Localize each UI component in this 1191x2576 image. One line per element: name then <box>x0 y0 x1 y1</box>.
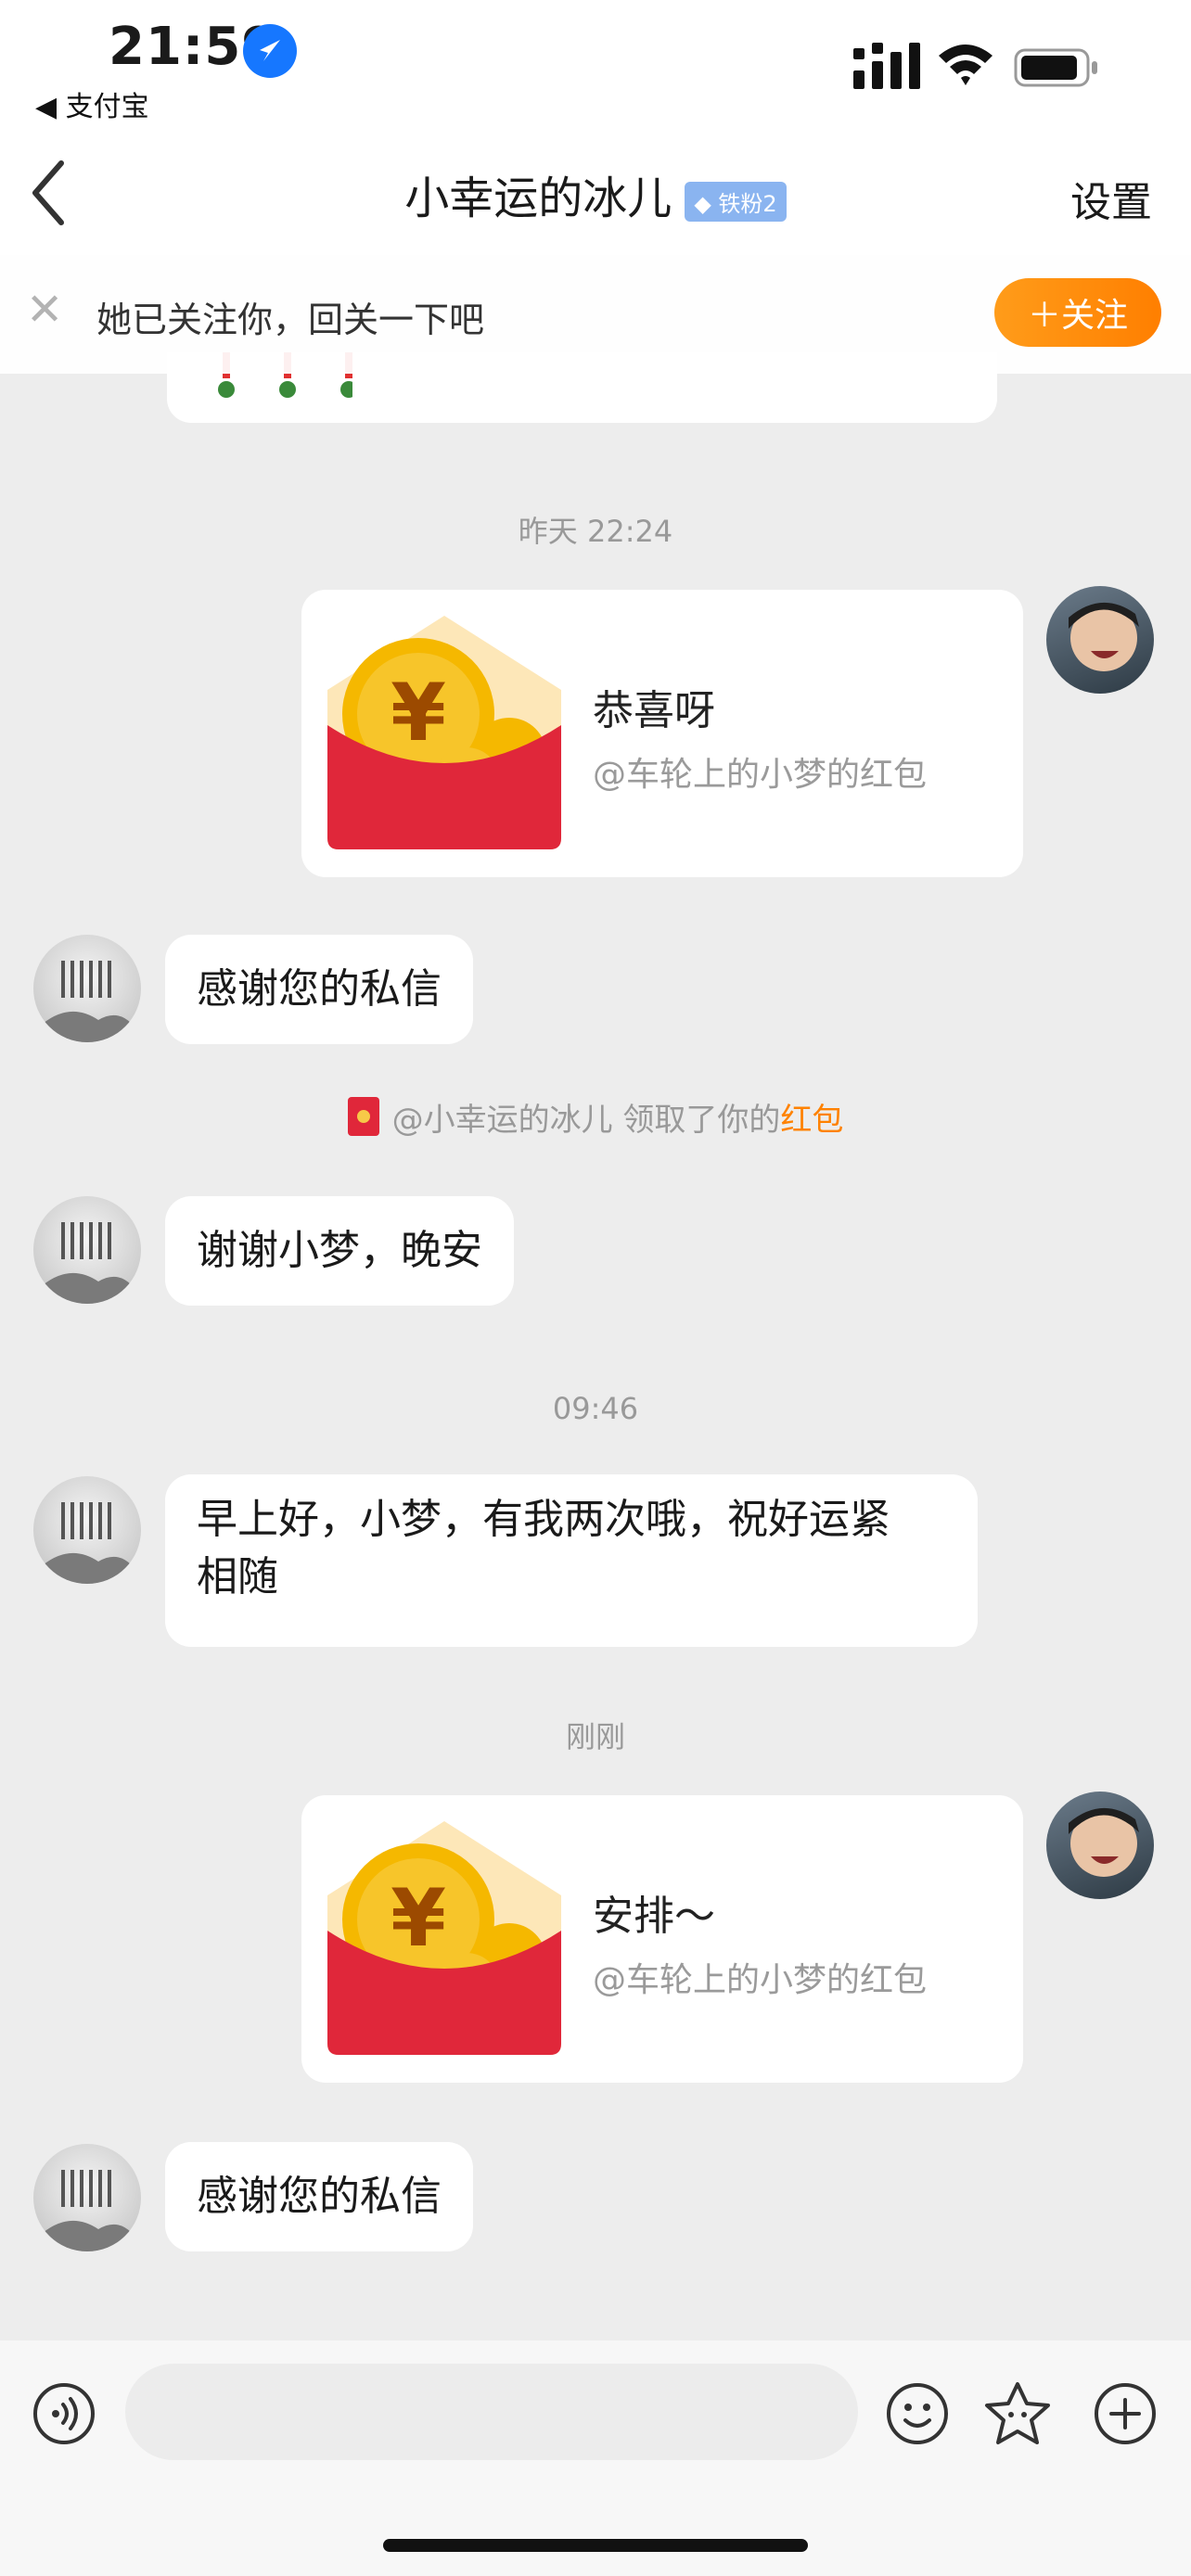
signal-icon <box>853 43 920 89</box>
follow-banner-text: 她已关注你，回关一下吧 <box>96 300 485 340</box>
plus-icon[interactable] <box>1093 2381 1158 2446</box>
red-packet-small-icon <box>347 1097 379 1136</box>
diamond-icon: ◆ <box>694 190 711 217</box>
avatar[interactable] <box>33 1196 141 1304</box>
red-packet-icon: ¥ <box>327 616 561 849</box>
page-title: 小幸运的冰儿 <box>404 172 672 224</box>
red-packet-subtitle: @车轮上的小梦的红包 <box>593 756 928 794</box>
message-input[interactable] <box>125 2364 858 2460</box>
message-text: 感谢您的私信 <box>197 2173 442 2220</box>
avatar[interactable] <box>1046 586 1154 694</box>
wifi-icon <box>939 45 992 85</box>
red-packet-icon: ¥ <box>327 1821 561 2055</box>
red-packet-card[interactable]: ¥ 安排～ @车轮上的小梦的红包 <box>301 1795 1023 2083</box>
page-title-container: 小幸运的冰儿 ◆ 铁粉2 <box>0 161 1191 226</box>
follow-button[interactable]: ＋关注 <box>994 278 1161 347</box>
message-bubble: 早上好，小梦，有我两次哦，祝好运紧 相随 <box>165 1474 978 1647</box>
message-text-line: 早上好，小梦，有我两次哦，祝好运紧 <box>197 1496 890 1543</box>
fan-badge-label: 铁粉2 <box>718 190 777 217</box>
red-packet-card[interactable]: ¥ 恭喜呀 @车轮上的小梦的红包 <box>301 590 1023 877</box>
timestamp: 09:46 <box>552 1391 639 1426</box>
message-text-line: 相随 <box>197 1553 278 1600</box>
message-bubble: 感谢您的私信 <box>165 935 473 1044</box>
message-bubble: 感谢您的私信 <box>165 2142 473 2251</box>
red-packet-subtitle: @车轮上的小梦的红包 <box>593 1961 928 1999</box>
red-packet-title: 安排～ <box>593 1893 715 1940</box>
red-packet-link[interactable]: 红包 <box>780 1102 843 1139</box>
timestamp: 刚刚 <box>565 1719 625 1754</box>
timestamp: 昨天 22:24 <box>518 514 673 549</box>
svg-text:¥: ¥ <box>391 667 446 759</box>
voice-icon[interactable] <box>32 2381 96 2446</box>
message-text: 感谢您的私信 <box>197 965 442 1013</box>
emoji-icon[interactable] <box>885 2381 950 2446</box>
svg-text:¥: ¥ <box>391 1872 446 1965</box>
home-indicator <box>383 2539 808 2552</box>
battery-icon <box>1014 48 1097 87</box>
avatar[interactable] <box>33 2144 141 2251</box>
close-icon[interactable]: ✕ <box>26 284 63 336</box>
avatar[interactable] <box>33 935 141 1042</box>
message-bubble: 谢谢小梦，晚安 <box>165 1196 514 1306</box>
settings-button[interactable]: 设置 <box>1070 169 1152 228</box>
system-message-text: @小幸运的冰儿 领取了你的 <box>391 1102 781 1139</box>
avatar[interactable] <box>33 1476 141 1584</box>
message-text: 谢谢小梦，晚安 <box>197 1227 482 1274</box>
back-to-app-link[interactable]: ◀ 支付宝 <box>35 83 149 124</box>
location-arrow-icon <box>243 24 297 78</box>
avatar[interactable] <box>1046 1792 1154 1899</box>
fan-badge: ◆ 铁粉2 <box>685 181 787 222</box>
sticker-icon[interactable] <box>983 2379 1052 2448</box>
system-message: @小幸运的冰儿 领取了你的红包 <box>0 1094 1191 1140</box>
red-packet-title: 恭喜呀 <box>593 687 715 734</box>
